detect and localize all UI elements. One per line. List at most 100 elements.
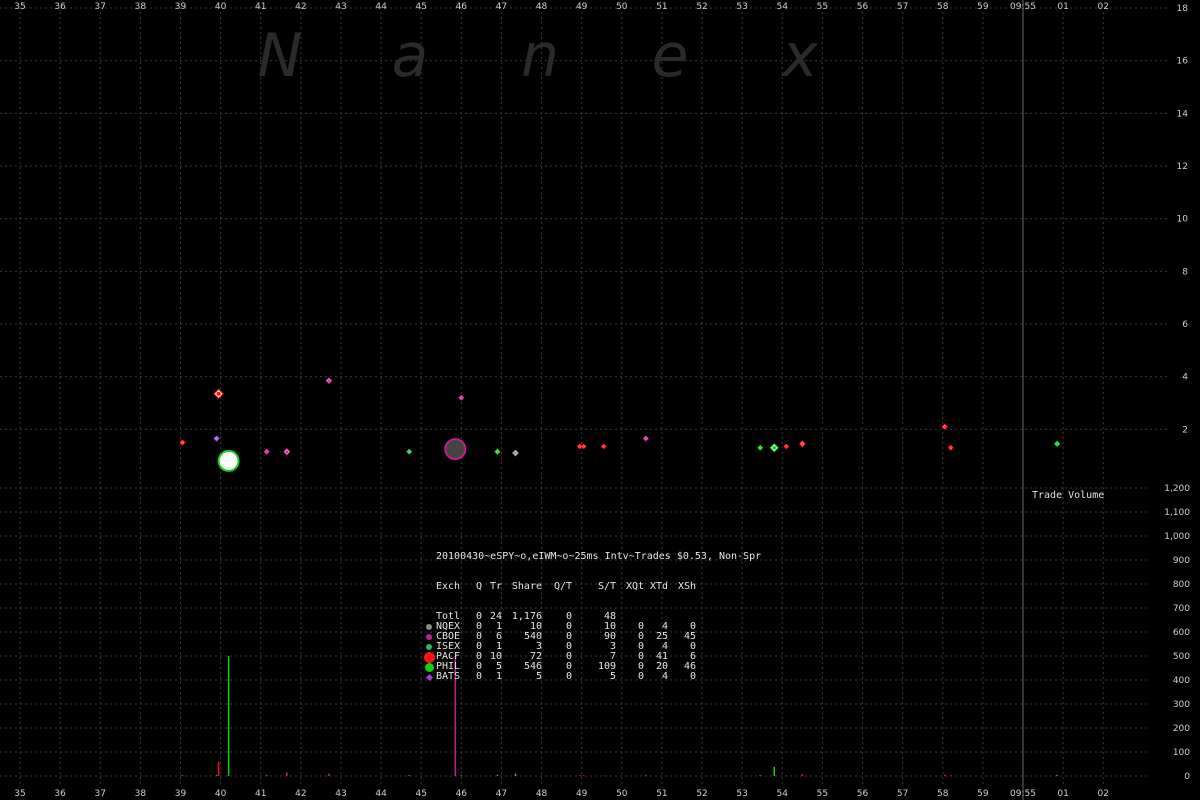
x-tick-label-top: 56: [857, 2, 869, 12]
x-tick-label-bottom: 55: [817, 789, 828, 799]
trade-point: [444, 438, 467, 461]
exchange-swatch-icon: [426, 644, 432, 650]
x-tick-label-top: 43: [335, 2, 346, 12]
trade-point-core: [514, 451, 517, 455]
x-tick-label-top: 54: [777, 2, 789, 12]
volume-y-tick-label: 1,000: [1164, 532, 1190, 542]
trade-point-core: [644, 437, 647, 440]
trade-y-tick-label: 2: [1182, 425, 1188, 435]
stats-cell-xsh: 0: [689, 671, 696, 682]
trade-point-core: [285, 450, 289, 454]
stats-header-cell: XQt: [625, 581, 644, 592]
stats-cell-share: 5: [535, 671, 542, 682]
stats-table: 20100430~eSPY~o,eIWM~o~25ms Intv~Trades …: [422, 532, 761, 692]
trade-point-core: [943, 425, 946, 428]
x-tick-label-top: 37: [95, 2, 106, 12]
x-tick-label-bottom: 57: [897, 789, 908, 799]
x-tick-label-top: 09:55: [1010, 2, 1036, 12]
stats-header-row: Exch Q Tr Share Q/T S/T XQt XTd XSh: [422, 582, 761, 592]
volume-y-tick-label: 300: [1173, 700, 1190, 710]
x-tick-label-top: 58: [937, 2, 949, 12]
x-tick-label-bottom: 39: [175, 789, 187, 799]
stats-cell-exch: BATS: [436, 671, 461, 682]
stats-header-cell: Q: [475, 581, 482, 592]
stats-row: PHIL 0 5 546 0 109 0 20 46: [422, 662, 761, 672]
stats-header-cell: Exch: [436, 581, 461, 592]
x-tick-label-bottom: 45: [415, 789, 426, 799]
stats-row: CBOE 0 6 540 0 90 0 25 45: [422, 632, 761, 642]
x-tick-label-bottom: 59: [977, 789, 989, 799]
x-tick-label-top: 45: [415, 2, 426, 12]
volume-y-tick-label: 900: [1173, 556, 1190, 566]
stats-row: BATS 0 1 5 0 5 0 4 0: [422, 672, 761, 682]
stats-header-cell: Q/T: [553, 581, 572, 592]
stats-cell-qt: 0: [565, 671, 572, 682]
stats-header-cell: XTd: [649, 581, 668, 592]
stats-header-cell: S/T: [597, 581, 616, 592]
watermark-letter: a: [392, 21, 429, 91]
trade-y-tick-label: 6: [1182, 320, 1188, 330]
x-tick-label-top: 36: [54, 2, 66, 12]
trade-point-core: [785, 445, 788, 448]
volume-y-tick-label: 1,100: [1164, 508, 1190, 518]
x-tick-label-top: 52: [696, 2, 707, 12]
trade-point-core: [460, 396, 463, 399]
stats-row: PACF 0 10 72 0 7 0 41 6: [422, 651, 761, 663]
trade-point-core: [327, 379, 331, 382]
x-tick-label-bottom: 38: [135, 789, 147, 799]
x-tick-label-top: 59: [977, 2, 989, 12]
stats-cell-q: 0: [475, 671, 482, 682]
trade-point-core: [215, 437, 218, 440]
volume-axis-title: Trade Volume: [1032, 490, 1104, 501]
trade-point-core: [801, 442, 804, 446]
x-tick-label-bottom: 09:55: [1010, 789, 1036, 799]
x-tick-label-top: 44: [375, 2, 387, 12]
x-tick-label-top: 35: [14, 2, 25, 12]
stats-title-text: 20100430~eSPY~o,eIWM~o~25ms Intv~Trades …: [436, 551, 762, 562]
x-tick-label-bottom: 53: [736, 789, 747, 799]
exchange-swatch-icon: [424, 662, 434, 672]
exchange-swatch-icon: [425, 673, 433, 681]
x-tick-label-bottom: 52: [696, 789, 707, 799]
x-tick-label-top: 38: [135, 2, 147, 12]
x-tick-label-bottom: 42: [295, 789, 306, 799]
volume-y-tick-label: 100: [1173, 748, 1190, 758]
stats-cell-tr: 1: [495, 671, 502, 682]
x-tick-label-bottom: 35: [14, 789, 25, 799]
x-tick-label-bottom: 40: [215, 789, 227, 799]
trade-point-core: [1055, 442, 1059, 445]
x-tick-label-bottom: 51: [656, 789, 667, 799]
trade-point-core: [265, 450, 268, 453]
watermark-letter: e: [652, 21, 689, 91]
watermark-letter: n: [521, 21, 559, 91]
trade-point-core: [602, 445, 605, 448]
trade-point-core: [578, 445, 581, 448]
x-tick-label-top: 48: [536, 2, 548, 12]
trade-y-tick-label: 14: [1177, 109, 1189, 119]
stats-header-cell: Share: [511, 581, 542, 592]
trade-point-core: [949, 446, 952, 449]
x-tick-label-bottom: 47: [496, 789, 507, 799]
x-tick-label-top: 49: [576, 2, 588, 12]
x-tick-label-bottom: 50: [616, 789, 628, 799]
x-tick-label-top: 53: [736, 2, 747, 12]
x-tick-label-bottom: 43: [335, 789, 346, 799]
exchange-swatch-icon: [426, 634, 432, 640]
trade-y-tick-label: 18: [1177, 4, 1189, 14]
x-tick-label-top: 46: [456, 2, 468, 12]
stats-title: 20100430~eSPY~o,eIWM~o~25ms Intv~Trades …: [422, 552, 761, 562]
x-tick-label-top: 47: [496, 2, 507, 12]
stats-row: ISEX 0 1 3 0 3 0 4 0: [422, 642, 761, 652]
x-tick-label-bottom: 48: [536, 789, 548, 799]
stats-row: NQEX 0 1 10 0 10 0 4 0: [422, 622, 761, 632]
volume-y-tick-label: 700: [1173, 604, 1190, 614]
x-tick-label-top: 01: [1057, 2, 1068, 12]
volume-y-tick-label: 200: [1173, 724, 1190, 734]
trade-y-tick-label: 12: [1177, 162, 1188, 172]
x-tick-label-bottom: 41: [255, 789, 266, 799]
stats-body: Totl 0 24 1,176 0 48 NQEX 0 1 10 0 10 0 4 0 CBOE 0 6 540 0 9…: [422, 612, 761, 682]
stats-header-cell: Tr: [489, 581, 502, 592]
x-tick-label-bottom: 58: [937, 789, 949, 799]
x-tick-label-top: 51: [656, 2, 667, 12]
exchange-swatch-icon: [426, 624, 432, 630]
